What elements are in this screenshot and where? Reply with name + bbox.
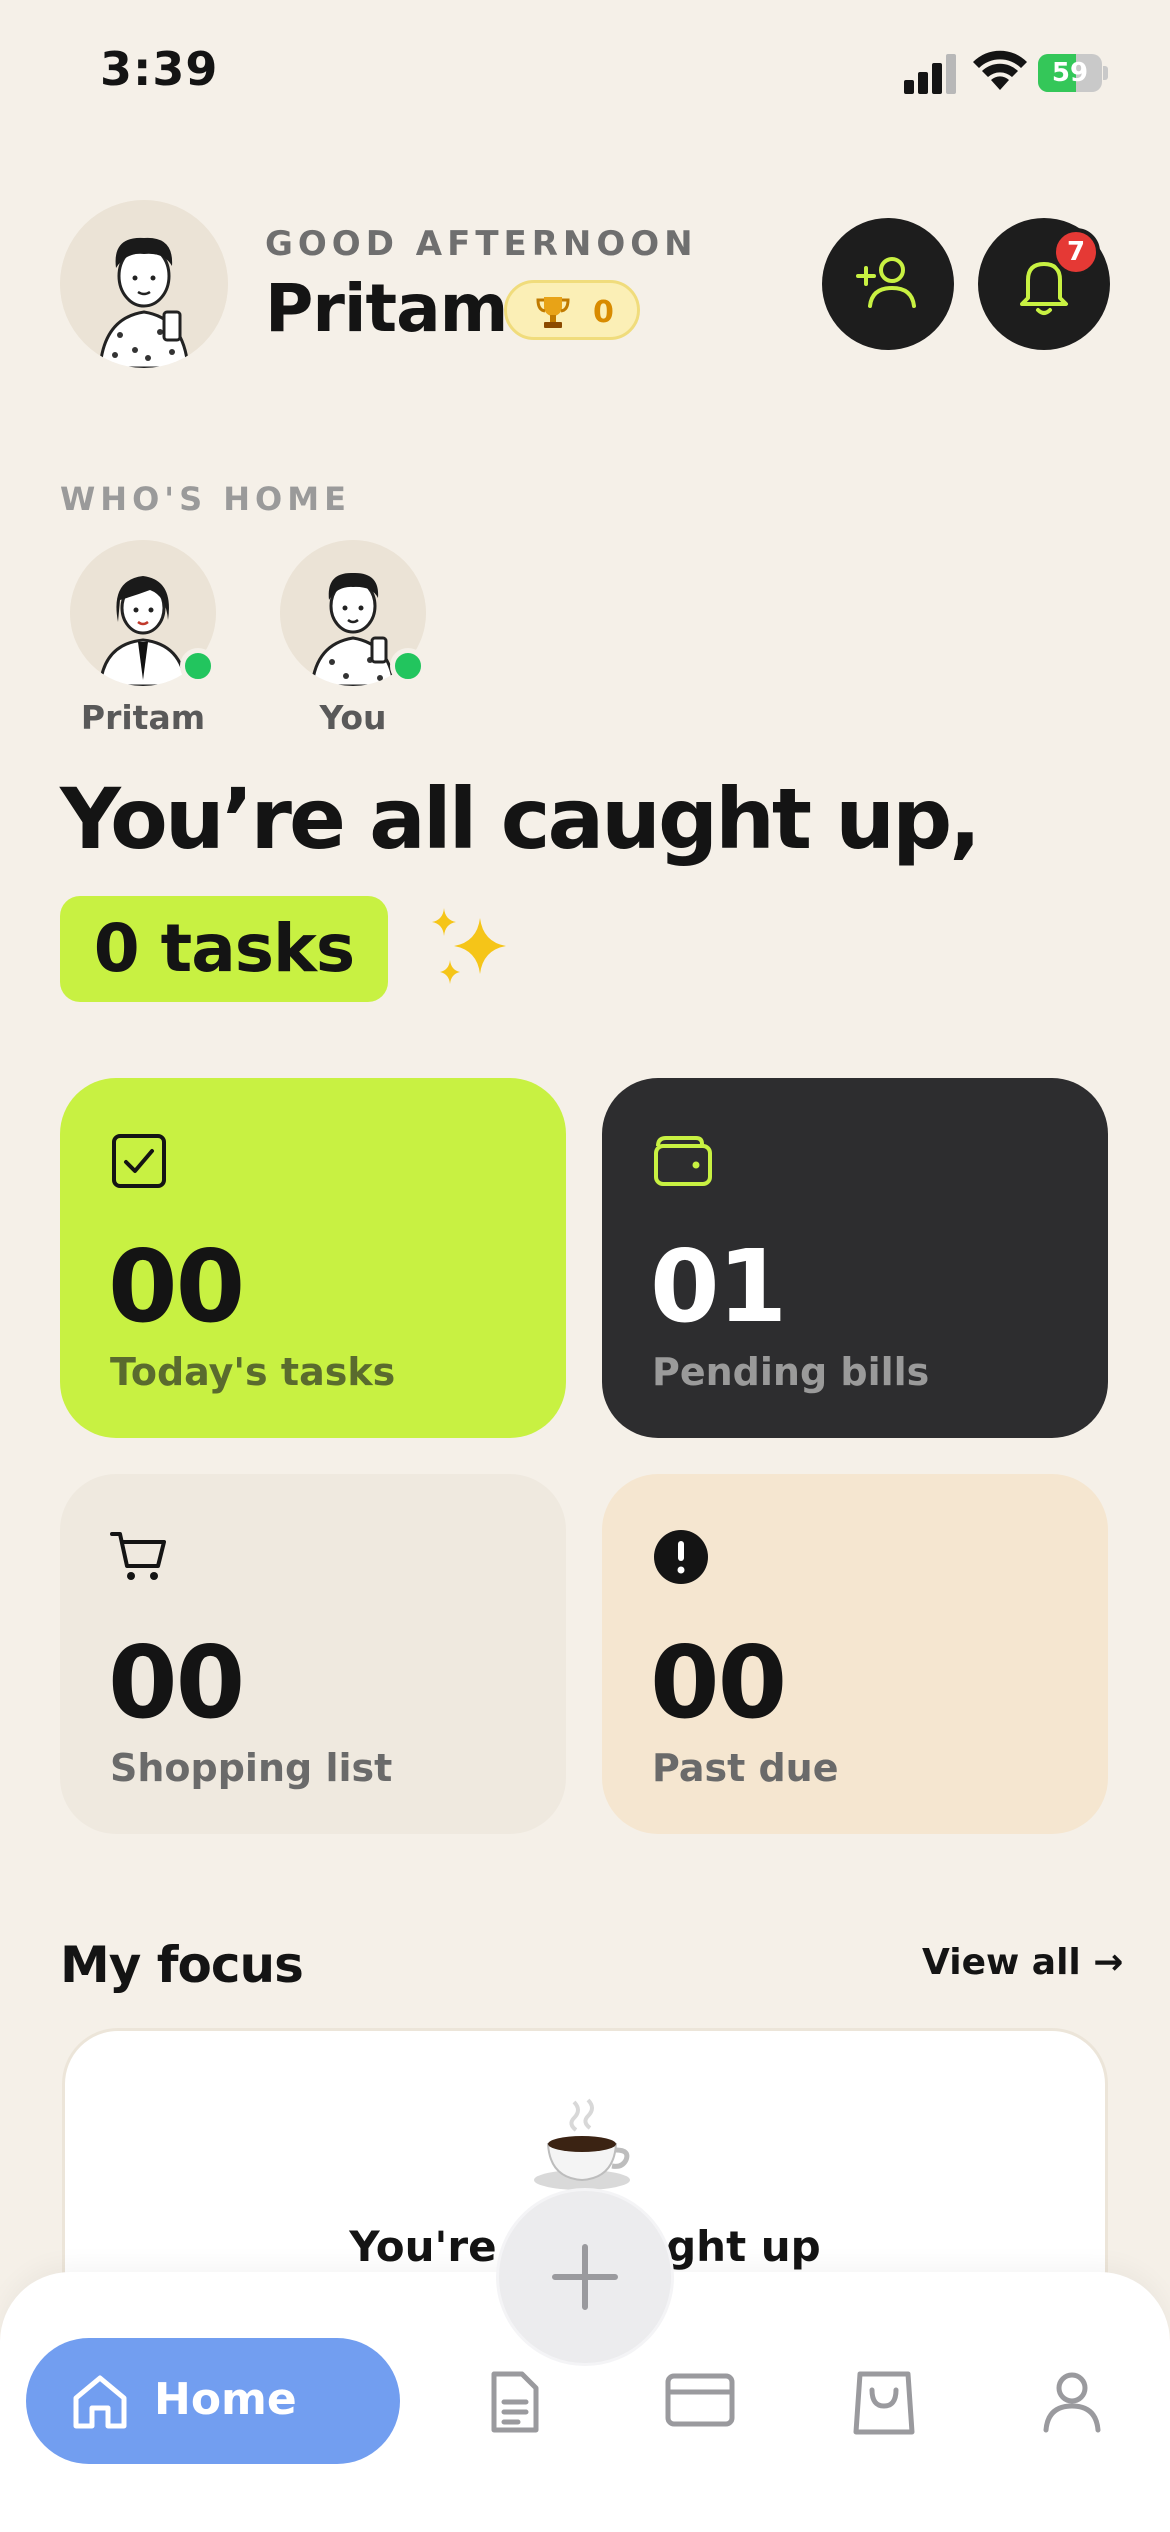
shopping-list-card[interactable]: 00 Shopping list	[60, 1474, 566, 1834]
user-name: Pritam	[265, 270, 508, 347]
view-all-link[interactable]: View all →	[922, 1942, 1123, 1983]
member-pritam[interactable]: Pritam	[63, 540, 223, 737]
online-indicator	[390, 648, 426, 684]
member-avatar	[70, 540, 216, 688]
my-focus-title: My focus	[60, 1936, 304, 1994]
checkbox-icon	[110, 1132, 168, 1194]
nav-home[interactable]: Home	[26, 2338, 400, 2464]
member-avatar	[280, 540, 426, 688]
nav-bills[interactable]	[664, 2370, 736, 2434]
online-indicator	[180, 648, 216, 684]
trophy-icon	[536, 297, 570, 328]
past-due-value: 00	[650, 1624, 787, 1741]
user-avatar[interactable]	[60, 200, 228, 368]
wifi-icon	[972, 48, 1028, 92]
tasks-count-pill: 0 tasks	[60, 896, 388, 1002]
profile-icon	[1043, 2372, 1101, 2433]
greeting-text: GOOD AFTERNOON	[265, 224, 698, 264]
member-name: Pritam	[80, 698, 206, 737]
notification-count-badge: 7	[1052, 228, 1100, 276]
past-due-label: Past due	[652, 1746, 839, 1790]
nav-documents[interactable]	[484, 2370, 544, 2440]
signal-icon	[904, 52, 958, 94]
whos-home-label: WHO'S HOME	[60, 480, 351, 518]
trophy-points: 0	[593, 295, 614, 330]
todays-tasks-value: 00	[108, 1228, 245, 1345]
trophy-badge[interactable]: 0	[504, 280, 640, 340]
bag-icon	[853, 2371, 915, 2435]
nav-profile[interactable]	[1040, 2370, 1104, 2438]
battery-icon: 59	[1038, 54, 1108, 92]
status-time: 3:39	[100, 42, 219, 96]
todays-tasks-card[interactable]: 00 Today's tasks	[60, 1078, 566, 1438]
coffee-icon	[530, 2098, 640, 2198]
member-you[interactable]: You	[273, 540, 433, 737]
alert-icon	[652, 1528, 710, 1590]
todays-tasks-label: Today's tasks	[110, 1350, 396, 1394]
pending-bills-card[interactable]: 01 Pending bills	[602, 1078, 1108, 1438]
caught-up-heading: You’re all caught up,	[60, 770, 981, 868]
cart-icon	[110, 1528, 170, 1590]
plus-icon	[552, 2244, 618, 2310]
wallet-icon	[652, 1132, 714, 1194]
add-user-icon	[856, 257, 916, 308]
nav-home-label: Home	[154, 2374, 297, 2425]
past-due-card[interactable]: 00 Past due	[602, 1474, 1108, 1834]
member-name: You	[319, 698, 387, 737]
shopping-list-value: 00	[108, 1624, 245, 1741]
shopping-list-label: Shopping list	[110, 1746, 393, 1790]
add-member-button[interactable]	[822, 218, 954, 350]
document-icon	[491, 2371, 539, 2433]
nav-shopping[interactable]	[852, 2370, 916, 2440]
pending-bills-value: 01	[650, 1228, 787, 1345]
sparkles-icon	[426, 904, 518, 1000]
pending-bills-label: Pending bills	[652, 1350, 930, 1394]
battery-percent: 59	[1051, 58, 1089, 88]
home-icon	[73, 2375, 127, 2429]
card-icon	[665, 2373, 735, 2427]
add-button[interactable]	[496, 2188, 674, 2366]
